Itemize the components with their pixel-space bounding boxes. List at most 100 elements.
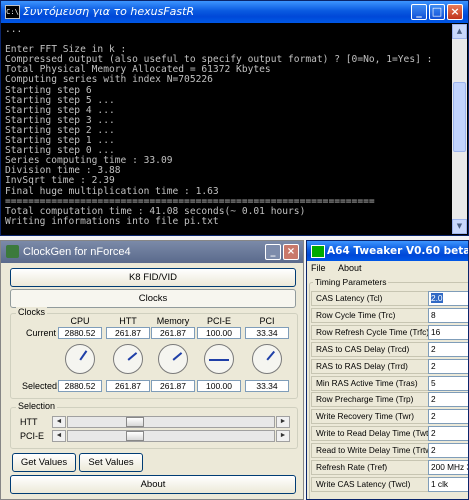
get-values-button[interactable]: Get Values [12,453,76,472]
timing-value-field[interactable]: 2 [428,409,468,424]
timing-value-field[interactable]: 1 clk [428,477,468,492]
timing-value: 2 [431,445,436,455]
current-label: Current [26,328,57,338]
minimize-button[interactable]: _ [411,4,427,20]
timing-value-field[interactable]: 2 [428,342,468,357]
timing-value-field[interactable]: 5 [428,376,468,391]
menu-file[interactable]: File [311,263,326,273]
a64-menubar: File About [307,261,468,275]
pcie-gauge [204,344,234,374]
console-title-bar[interactable]: C:\ Συντόμευση για το hexusFastR _ □ × [1,1,468,23]
pcie-slider-label: PCI-E [20,431,45,441]
timing-value: 2.0 [431,293,443,303]
timing-label: Min RAS Active Time (Tras) [311,376,429,391]
a64-tweaker-window: A64 Tweaker V0.60 beta File About Timing… [306,240,469,500]
col-memory: Memory [156,316,190,326]
current-htt: 261.87 [106,327,150,339]
console-title: Συντόμευση για το hexusFastR [23,5,195,18]
clockgen-minimize-button[interactable]: _ [265,244,281,260]
console-scrollbar[interactable]: ▲ ▼ [452,24,467,234]
clockgen-title-bar[interactable]: ClockGen for nForce4 _ × [1,241,303,263]
selected-pcie: 100.00 [197,380,241,392]
htt-slider-left-icon[interactable]: ◄ [52,416,66,428]
timing-value: 16 [431,327,441,337]
clocks-group-label: Clocks [16,307,48,317]
k8-fid-vid-tab[interactable]: K8 FID/VID [10,268,296,287]
htt-slider-label: HTT [20,417,38,427]
timing-group-label: Timing Parameters [313,277,389,287]
pci-gauge [252,344,282,374]
timing-value: 2 [431,361,436,371]
timing-value: 2 [431,394,436,404]
selected-memory: 261.87 [151,380,195,392]
cpu-gauge [65,344,95,374]
col-cpu: CPU [70,316,90,326]
clockgen-app-icon [6,245,19,258]
timing-value-field[interactable]: 2 [428,359,468,374]
selected-htt: 261.87 [106,380,150,392]
selection-group-label: Selection [16,401,58,411]
pcie-slider[interactable] [67,430,275,442]
pcie-slider-left-icon[interactable]: ◄ [52,430,66,442]
timing-label: Read to Write Delay Time (Trtw) [311,443,429,458]
a64-title-bar[interactable]: A64 Tweaker V0.60 beta [307,241,468,261]
timing-value: 200 MHz 3. [431,462,468,472]
scroll-thumb[interactable] [453,82,466,152]
timing-label: RAS to RAS Delay (Trrd) [311,359,429,374]
clockgen-window: ClockGen for nForce4 _ × K8 FID/VID Cloc… [0,240,304,500]
a64-title: A64 Tweaker V0.60 beta [327,245,469,257]
current-pcie: 100.00 [197,327,241,339]
timing-value: 1 clk [431,479,449,489]
htt-slider-right-icon[interactable]: ► [276,416,290,428]
timing-value-field[interactable]: 16 [428,325,468,340]
col-pcie: PCI-E [206,316,231,326]
maximize-button[interactable]: □ [429,4,445,20]
menu-about[interactable]: About [338,263,362,273]
console-app-icon: C:\ [5,5,20,19]
timing-value-field[interactable]: 2 [428,443,468,458]
scroll-up-icon[interactable]: ▲ [452,24,467,39]
selected-pci: 33.34 [245,380,289,392]
timing-label: Row Cycle Time (Trc) [311,308,429,323]
pcie-slider-right-icon[interactable]: ► [276,430,290,442]
current-memory: 261.87 [151,327,195,339]
timing-value-field[interactable]: 200 MHz 3. [428,460,468,475]
col-htt: HTT [119,316,137,326]
close-button[interactable]: × [447,4,463,20]
timing-label: Write CAS Latency (Twcl) [311,477,429,492]
scroll-down-icon[interactable]: ▼ [452,219,467,234]
clockgen-close-button[interactable]: × [283,244,299,260]
htt-slider[interactable] [67,416,275,428]
timing-value-field[interactable]: 2 [428,426,468,441]
clockgen-title: ClockGen for nForce4 [23,246,131,258]
current-pci: 33.34 [245,327,289,339]
console-window: C:\ Συντόμευση για το hexusFastR _ □ × .… [0,0,469,236]
timing-label: Row Precharge Time (Trp) [311,392,429,407]
current-cpu: 2880.52 [58,327,102,339]
clocks-tab[interactable]: Clocks [10,289,296,308]
selection-group [10,407,298,449]
timing-value: 5 [431,378,436,388]
timing-label: CAS Latency (Tcl) [311,291,429,306]
timing-value: 2 [431,428,436,438]
console-output: ... Enter FFT Size in k : Compressed out… [5,25,433,227]
timing-label: Write Recovery Time (Twr) [311,409,429,424]
selected-cpu: 2880.52 [58,380,102,392]
selected-label: Selected [22,381,58,391]
a64-app-icon [311,245,325,258]
timing-value-field[interactable]: 8 [428,308,468,323]
about-button[interactable]: About [10,475,296,494]
timing-label: Row Refresh Cycle Time (Trfc) [311,325,429,340]
timing-value: 2 [431,344,436,354]
htt-gauge [113,344,143,374]
timing-value: 2 [431,411,436,421]
timing-value: 8 [431,310,436,320]
timing-value-field[interactable]: 2 [428,392,468,407]
set-values-button[interactable]: Set Values [79,453,143,472]
memory-gauge [158,344,188,374]
timing-label: Refresh Rate (Tref) [311,460,429,475]
timing-label: RAS to CAS Delay (Trcd) [311,342,429,357]
timing-value-field[interactable]: 2.0 [428,291,468,306]
col-pci: PCI [259,316,275,326]
timing-label: Write to Read Delay Time (Twtr) [311,426,429,441]
